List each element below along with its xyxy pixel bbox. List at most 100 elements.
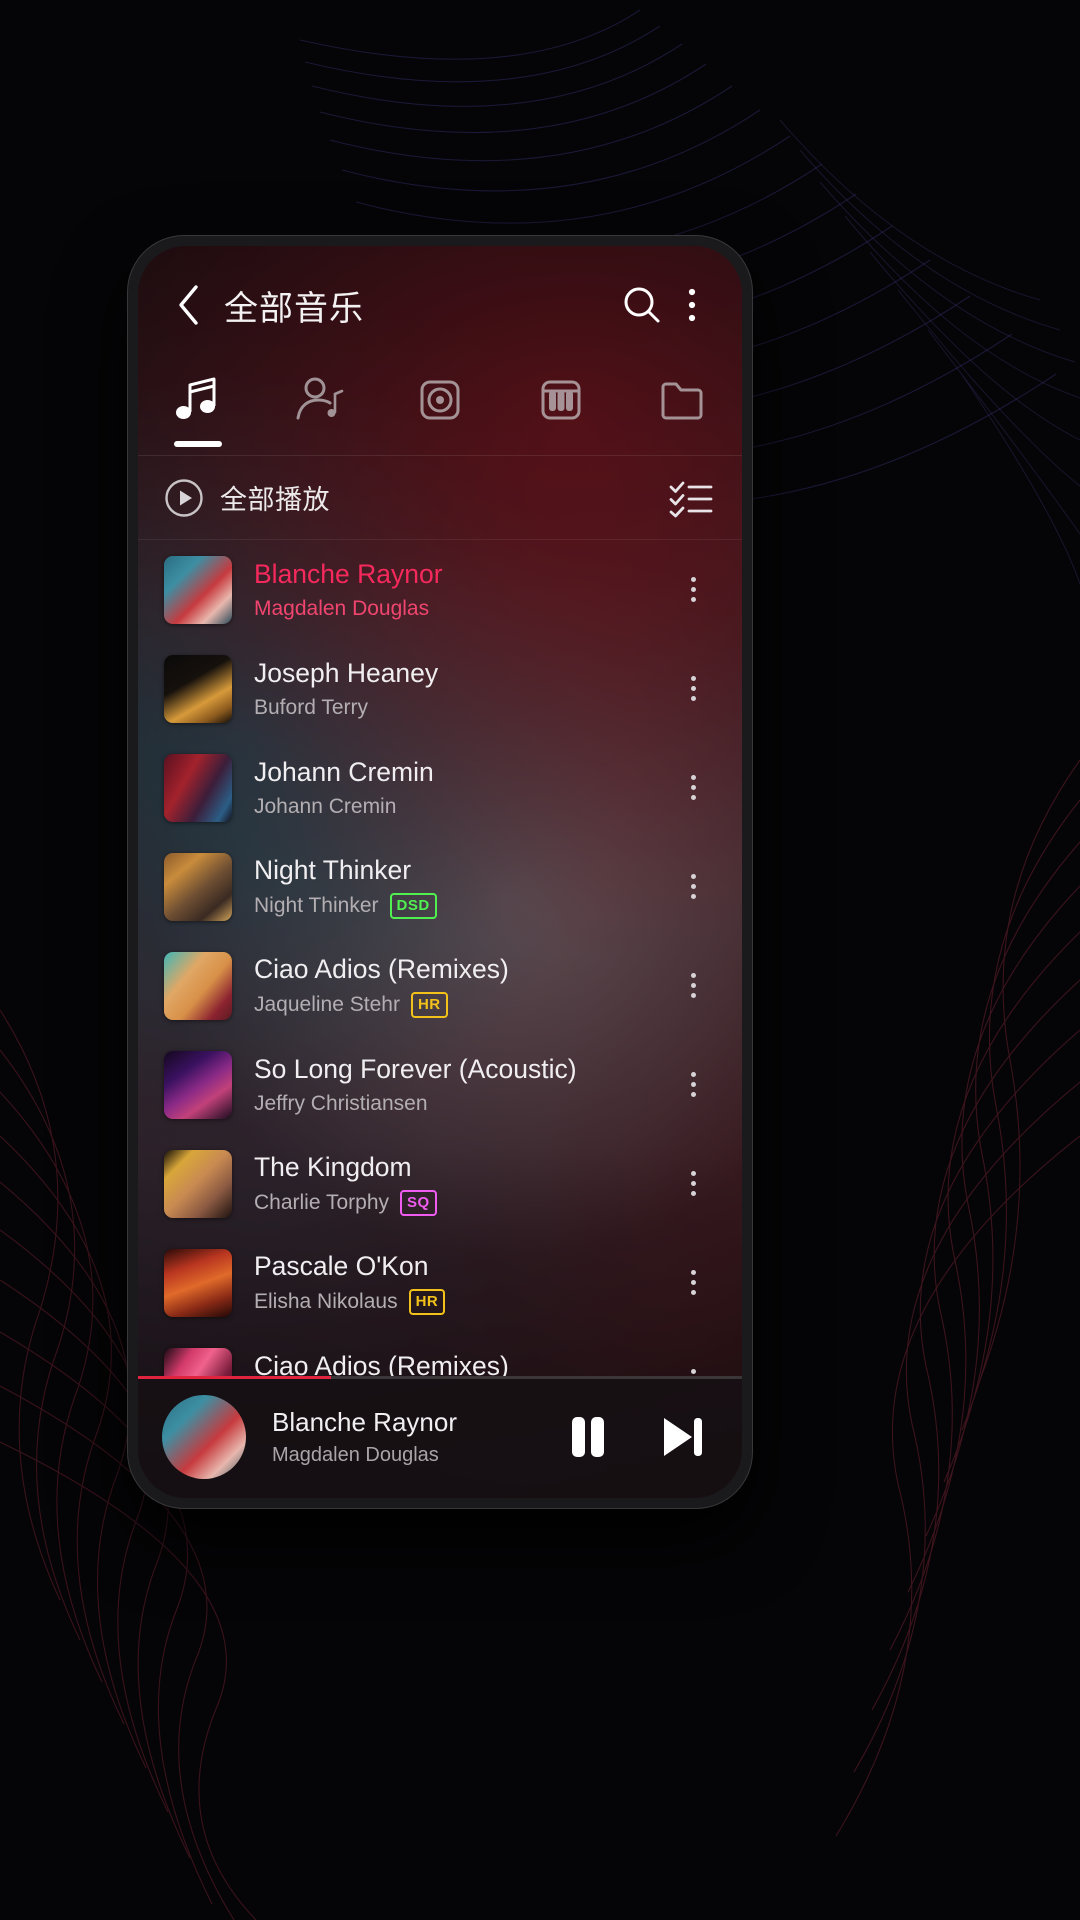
- song-list-item[interactable]: So Long Forever (Acoustic) Jeffry Christi…: [138, 1035, 742, 1134]
- song-overflow-button[interactable]: [666, 951, 720, 1021]
- playback-progress-bar[interactable]: [138, 1376, 742, 1379]
- pause-icon: [572, 1417, 604, 1457]
- song-metadata: Blanche Raynor Magdalen Douglas: [254, 558, 666, 620]
- song-subtitle-row: Elisha Nikolaus HR: [254, 1288, 666, 1315]
- album-art-image: [164, 1347, 232, 1376]
- now-playing-artist: Magdalen Douglas: [272, 1444, 439, 1466]
- album-art-image: [164, 654, 232, 723]
- more-vertical-icon: [690, 676, 696, 681]
- phone-screen: 全部音乐 全部播放 Blanche Raynor Magdalen Dougla…: [138, 246, 742, 1498]
- mini-player-album-art[interactable]: [162, 1395, 246, 1479]
- song-overflow-button[interactable]: [666, 1050, 720, 1120]
- song-title: Night Thinker: [254, 855, 412, 886]
- song-subtitle-row: Magdalen Douglas: [254, 597, 666, 621]
- song-list-item[interactable]: Ciao Adios (Remixes)Willis Osinski: [138, 1332, 742, 1376]
- song-list-item[interactable]: Johann Cremin Johann Cremin: [138, 738, 742, 837]
- song-subtitle-row: Night Thinker DSD: [254, 892, 666, 919]
- play-circle-icon: [165, 478, 203, 517]
- album-art-image: [164, 753, 232, 822]
- more-vertical-icon: [690, 785, 696, 790]
- overflow-menu-button[interactable]: [670, 277, 714, 333]
- quality-badge: HR: [408, 1288, 446, 1315]
- more-vertical-icon: [690, 577, 696, 582]
- song-artist: Charlie Torphy: [254, 1190, 390, 1214]
- quality-badge: DSD: [389, 892, 437, 919]
- artist-icon: [296, 377, 344, 420]
- more-vertical-icon: [690, 1290, 696, 1295]
- song-artist: Jaqueline Stehr: [254, 992, 400, 1016]
- song-list[interactable]: Blanche Raynor Magdalen Douglas Joseph Hea…: [138, 540, 742, 1376]
- song-artist: Buford Terry: [254, 695, 368, 719]
- song-overflow-button[interactable]: [666, 852, 720, 922]
- song-list-item[interactable]: Pascale O'Kon Elisha Nikolaus HR: [138, 1233, 742, 1332]
- song-list-item[interactable]: Blanche Raynor Magdalen Douglas: [138, 540, 742, 639]
- tab-artists[interactable]: [259, 364, 380, 455]
- song-overflow-button[interactable]: [666, 1149, 720, 1219]
- song-title: Joseph Heaney: [254, 658, 439, 689]
- song-list-item[interactable]: Night Thinker Night Thinker DSD: [138, 837, 742, 936]
- song-artist: Jeffry Christiansen: [254, 1091, 428, 1115]
- song-title: So Long Forever (Acoustic): [254, 1054, 577, 1085]
- quality-badge: HR: [410, 991, 448, 1018]
- more-vertical-icon: [690, 1082, 696, 1087]
- song-album-art: [164, 1347, 232, 1376]
- song-title: Ciao Adios (Remixes): [254, 954, 509, 985]
- song-artist: Elisha Nikolaus: [254, 1289, 398, 1313]
- more-vertical-icon: [690, 993, 696, 998]
- category-tab-bar: [138, 364, 742, 456]
- song-album-art: [164, 951, 232, 1020]
- song-list-item[interactable]: The Kingdom Charlie Torphy SQ: [138, 1134, 742, 1233]
- play-all-row: 全部播放: [138, 456, 742, 540]
- song-overflow-button[interactable]: [666, 1347, 720, 1377]
- more-vertical-icon: [690, 1280, 696, 1285]
- song-overflow-button[interactable]: [666, 555, 720, 625]
- search-button[interactable]: [614, 277, 670, 333]
- search-icon: [624, 287, 660, 323]
- tab-genres[interactable]: [500, 364, 621, 455]
- now-playing-title: Blanche Raynor: [272, 1407, 457, 1437]
- more-vertical-icon: [690, 795, 696, 800]
- song-subtitle-row: Jaqueline Stehr HR: [254, 991, 666, 1018]
- song-list-item[interactable]: Ciao Adios (Remixes) Jaqueline Stehr HR: [138, 936, 742, 1035]
- song-album-art: [164, 1248, 232, 1317]
- chevron-left-icon: [179, 285, 198, 325]
- song-metadata: Night Thinker Night Thinker DSD: [254, 854, 666, 919]
- song-overflow-button[interactable]: [666, 654, 720, 724]
- multiselect-button[interactable]: [668, 478, 714, 518]
- more-vertical-icon: [690, 686, 696, 691]
- album-art-image: [164, 1149, 232, 1218]
- song-album-art: [164, 1149, 232, 1218]
- album-art-image: [164, 1248, 232, 1317]
- song-subtitle-row: Johann Cremin: [254, 795, 666, 819]
- song-metadata: Joseph Heaney Buford Terry: [254, 657, 666, 719]
- more-vertical-icon: [690, 983, 696, 988]
- tab-albums[interactable]: [380, 364, 501, 455]
- song-list-item[interactable]: Joseph Heaney Buford Terry: [138, 639, 742, 738]
- more-vertical-icon: [690, 894, 696, 899]
- play-all-label: 全部播放: [220, 485, 330, 515]
- album-art-image: [164, 951, 232, 1020]
- more-vertical-icon: [690, 775, 696, 780]
- tab-folders[interactable]: [621, 364, 742, 455]
- song-overflow-button[interactable]: [666, 753, 720, 823]
- pause-button[interactable]: [556, 1405, 620, 1469]
- phone-frame: 全部音乐 全部播放 Blanche Raynor Magdalen Dougla…: [128, 236, 752, 1508]
- tab-songs[interactable]: [138, 364, 259, 455]
- more-vertical-icon: [688, 288, 696, 322]
- song-overflow-button[interactable]: [666, 1248, 720, 1318]
- play-all-button[interactable]: 全部播放: [164, 478, 668, 518]
- song-artist: Night Thinker: [254, 893, 379, 917]
- next-track-button[interactable]: [650, 1405, 714, 1469]
- more-vertical-icon: [690, 1072, 696, 1077]
- back-button[interactable]: [162, 279, 214, 331]
- song-album-art: [164, 1050, 232, 1119]
- song-album-art: [164, 753, 232, 822]
- album-art-image: [162, 1395, 246, 1479]
- piano-keys-icon: [541, 380, 581, 420]
- playback-progress-fill: [138, 1376, 332, 1379]
- mini-player[interactable]: Blanche Raynor Magdalen Douglas: [138, 1376, 742, 1498]
- quality-badge: SQ: [400, 1189, 437, 1216]
- music-note-icon: [176, 377, 216, 419]
- album-art-image: [164, 1050, 232, 1119]
- more-vertical-icon: [690, 973, 696, 978]
